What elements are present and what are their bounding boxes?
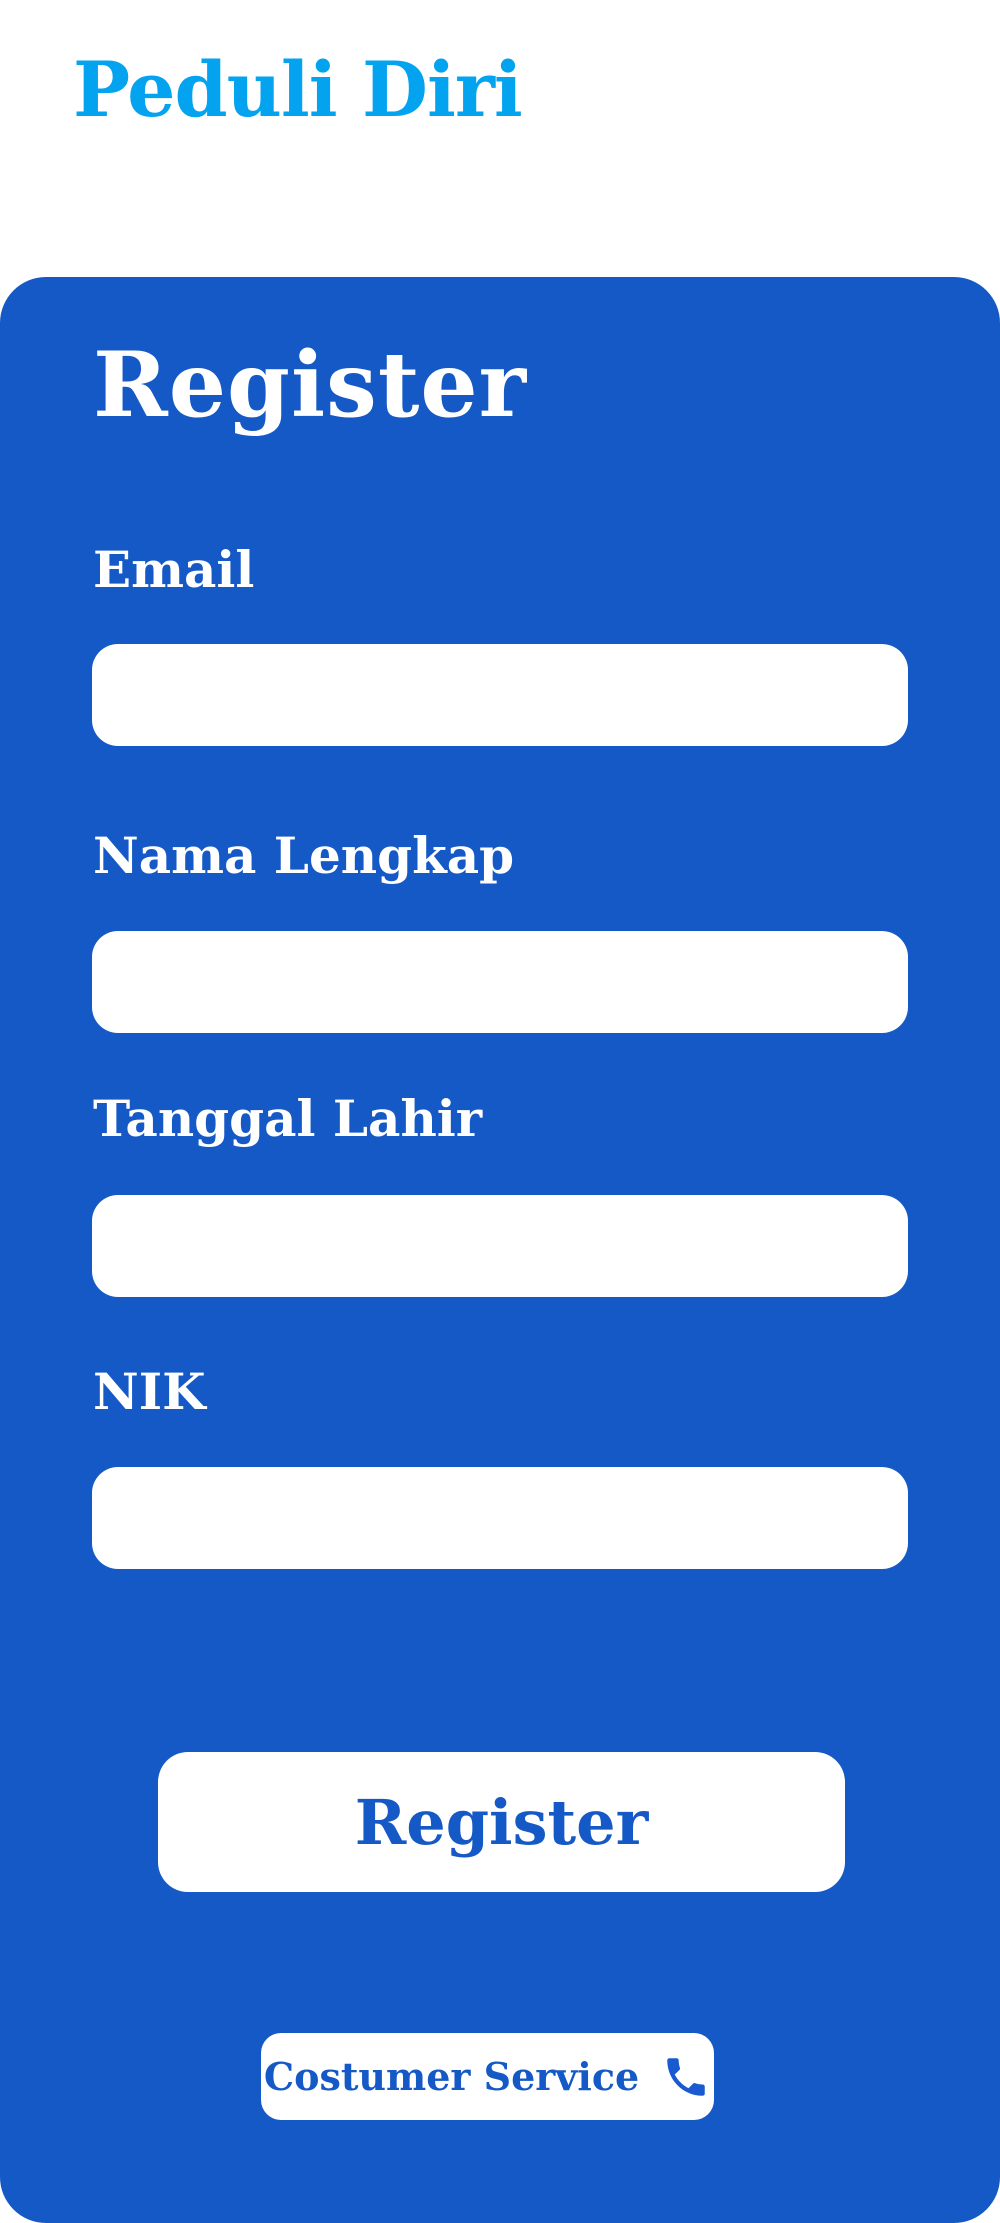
register-button[interactable]: Register (158, 1752, 845, 1892)
email-field[interactable] (92, 644, 908, 746)
nik-field[interactable] (92, 1467, 908, 1569)
customer-service-button[interactable]: Costumer Service (261, 2033, 714, 2120)
app-title: Peduli Diri (73, 45, 523, 134)
email-label: Email (93, 540, 255, 599)
birth-date-label: Tanggal Lahir (93, 1089, 483, 1148)
birth-date-field[interactable] (92, 1195, 908, 1297)
full-name-label: Nama Lengkap (93, 826, 515, 885)
full-name-field[interactable] (92, 931, 908, 1033)
register-title: Register (93, 332, 528, 438)
nik-label: NIK (93, 1362, 206, 1421)
phone-icon (661, 2052, 711, 2102)
customer-service-label: Costumer Service (263, 2054, 640, 2099)
